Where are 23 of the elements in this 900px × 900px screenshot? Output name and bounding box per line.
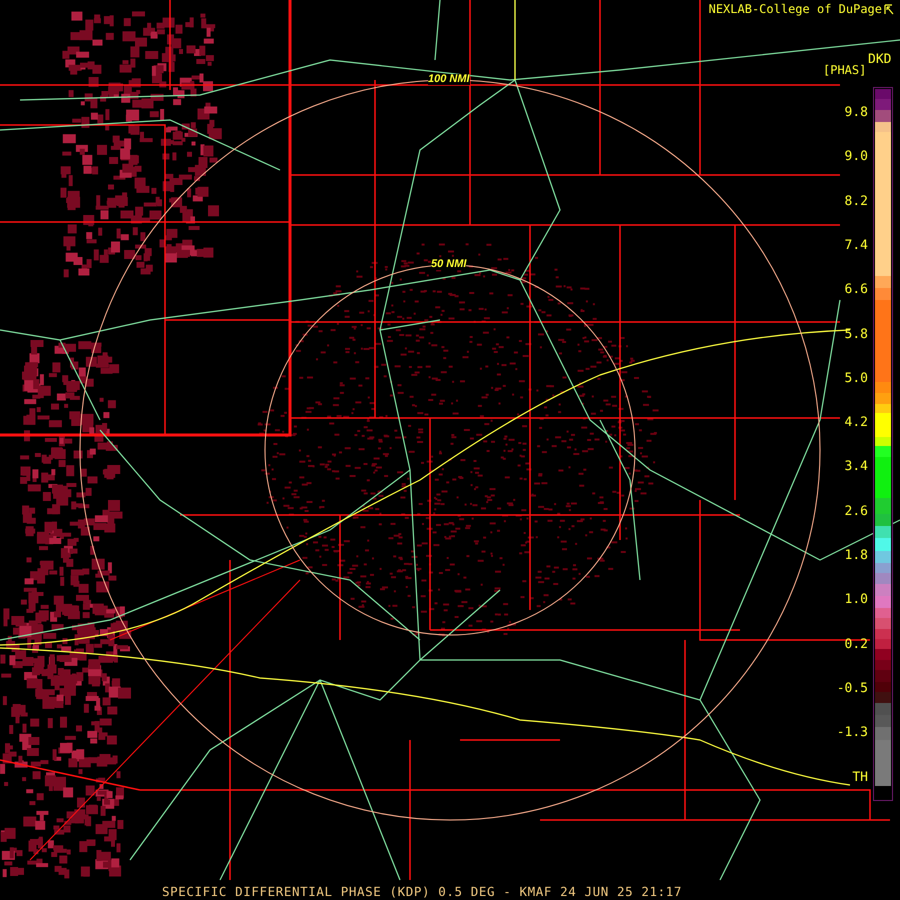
legend-tick-label: 0.2 xyxy=(844,638,868,651)
legend-tick-label: -0.5 xyxy=(836,682,868,695)
legend-tick-label: 4.2 xyxy=(844,416,868,430)
legend-tick-label: 1.0 xyxy=(844,593,868,606)
legend-tick-label: -1.3 xyxy=(836,726,868,740)
range-ring-label: 100 NMI xyxy=(428,74,470,85)
legend-tick-label: 1.8 xyxy=(844,549,868,562)
legend-tick-label: 9.8 xyxy=(844,106,868,119)
product-label: [PHAS] xyxy=(823,64,866,76)
legend-tick-label: 2.6 xyxy=(844,504,868,518)
legend-tick-label: 7.4 xyxy=(844,238,868,252)
legend-tick-label: TH xyxy=(852,770,868,784)
arrow-box-icon xyxy=(884,4,894,14)
range-ring-label: 50 NMI xyxy=(431,259,466,270)
legend-tick-label: 5.0 xyxy=(844,372,868,385)
legend-tick-label: 9.0 xyxy=(844,150,868,164)
legend-tick-label: 5.8 xyxy=(844,328,868,340)
unit-label: DKD xyxy=(868,53,892,66)
credit-text: NEXLAB-College of DuPage xyxy=(708,3,882,15)
legend-tick-label: 8.2 xyxy=(844,194,868,208)
legend-tick-label: 6.6 xyxy=(844,283,868,296)
legend-tick-label: 3.4 xyxy=(844,460,868,474)
product-caption: SPECIFIC DIFFERENTIAL PHASE (KDP) 0.5 DEG - KMAF 24 JUN 25 21:17 xyxy=(162,886,682,898)
